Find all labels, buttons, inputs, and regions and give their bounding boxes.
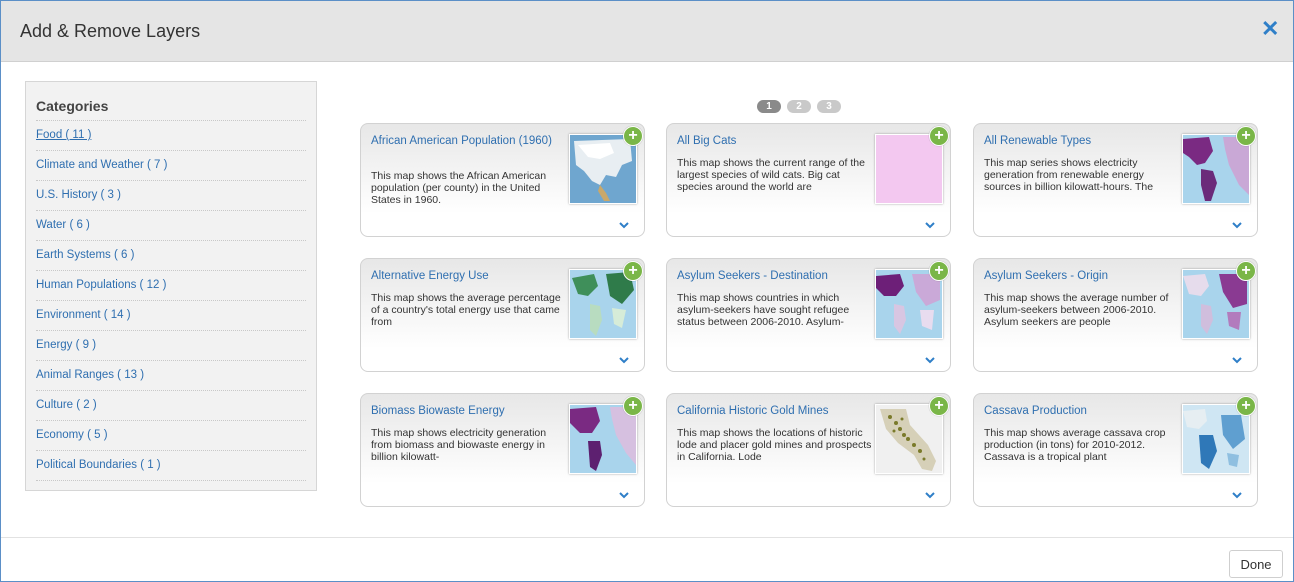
done-button[interactable]: Done xyxy=(1229,550,1283,578)
category-list: Food ( 11 ) Climate and Weather ( 7 ) U.… xyxy=(36,120,306,481)
category-environment[interactable]: Environment ( 14 ) xyxy=(36,300,306,330)
add-layer-button[interactable]: + xyxy=(1236,396,1256,416)
layer-description: This map shows the locations of historic… xyxy=(677,427,872,463)
category-us-history[interactable]: U.S. History ( 3 ) xyxy=(36,180,306,210)
chevron-down-icon[interactable] xyxy=(618,355,630,365)
add-layer-button[interactable]: + xyxy=(623,396,643,416)
layer-title[interactable]: Alternative Energy Use xyxy=(371,269,556,283)
layer-card: Biomass Biowaste Energy This map shows e… xyxy=(360,393,645,507)
layer-description: This map shows the current range of the … xyxy=(677,157,865,193)
category-economy[interactable]: Economy ( 5 ) xyxy=(36,420,306,450)
layer-title[interactable]: California Historic Gold Mines xyxy=(677,404,862,418)
add-remove-layers-dialog: Add & Remove Layers ✕ Categories Food ( … xyxy=(0,0,1294,582)
layer-description: This map shows the average number of asy… xyxy=(984,292,1169,328)
page-1-button[interactable]: 1 xyxy=(757,100,781,113)
category-food[interactable]: Food ( 11 ) xyxy=(36,120,306,150)
layer-description: This map shows the African American popu… xyxy=(371,170,547,206)
category-energy[interactable]: Energy ( 9 ) xyxy=(36,330,306,360)
layer-card: Asylum Seekers - Origin This map shows t… xyxy=(973,258,1258,372)
layer-title[interactable]: African American Population (1960) xyxy=(371,134,556,148)
chevron-down-icon[interactable] xyxy=(618,220,630,230)
layer-description: This map shows the average percentage of… xyxy=(371,292,561,328)
chevron-down-icon[interactable] xyxy=(924,355,936,365)
category-culture[interactable]: Culture ( 2 ) xyxy=(36,390,306,420)
categories-title: Categories xyxy=(36,98,109,114)
layer-description: This map shows countries in which asylum… xyxy=(677,292,850,328)
layer-card: All Big Cats This map shows the current … xyxy=(666,123,951,237)
page-3-button[interactable]: 3 xyxy=(817,100,841,113)
add-layer-button[interactable]: + xyxy=(929,126,949,146)
category-water[interactable]: Water ( 6 ) xyxy=(36,210,306,240)
dialog-title: Add & Remove Layers xyxy=(20,21,201,41)
add-layer-button[interactable]: + xyxy=(623,261,643,281)
chevron-down-icon[interactable] xyxy=(924,220,936,230)
add-layer-button[interactable]: + xyxy=(1236,126,1256,146)
layer-title[interactable]: All Renewable Types xyxy=(984,134,1169,148)
chevron-down-icon[interactable] xyxy=(924,490,936,500)
category-human-populations[interactable]: Human Populations ( 12 ) xyxy=(36,270,306,300)
add-layer-button[interactable]: + xyxy=(623,126,643,146)
page-2-button[interactable]: 2 xyxy=(787,100,811,113)
chevron-down-icon[interactable] xyxy=(1231,220,1243,230)
footer-divider xyxy=(1,537,1293,538)
add-layer-button[interactable]: + xyxy=(1236,261,1256,281)
layer-title[interactable]: All Big Cats xyxy=(677,134,862,148)
layer-description: This map series shows electricity genera… xyxy=(984,157,1154,193)
add-layer-button[interactable]: + xyxy=(929,261,949,281)
dialog-header: Add & Remove Layers ✕ xyxy=(1,1,1293,62)
layer-description: This map shows electricity generation fr… xyxy=(371,427,547,463)
layer-card: California Historic Gold Mines This map … xyxy=(666,393,951,507)
layer-card: All Renewable Types This map series show… xyxy=(973,123,1258,237)
layer-title[interactable]: Asylum Seekers - Origin xyxy=(984,269,1169,283)
layer-title[interactable]: Asylum Seekers - Destination xyxy=(677,269,862,283)
category-animal-ranges[interactable]: Animal Ranges ( 13 ) xyxy=(36,360,306,390)
layer-title[interactable]: Biomass Biowaste Energy xyxy=(371,404,556,418)
category-climate-and-weather[interactable]: Climate and Weather ( 7 ) xyxy=(36,150,306,180)
layer-card: Alternative Energy Use This map shows th… xyxy=(360,258,645,372)
add-layer-button[interactable]: + xyxy=(929,396,949,416)
layer-title[interactable]: Cassava Production xyxy=(984,404,1169,418)
categories-panel: Categories Food ( 11 ) Climate and Weath… xyxy=(25,81,317,491)
chevron-down-icon[interactable] xyxy=(1231,355,1243,365)
chevron-down-icon[interactable] xyxy=(618,490,630,500)
layer-card: African American Population (1960) This … xyxy=(360,123,645,237)
close-icon[interactable]: ✕ xyxy=(1261,18,1279,40)
layer-card: Asylum Seekers - Destination This map sh… xyxy=(666,258,951,372)
category-political-boundaries[interactable]: Political Boundaries ( 1 ) xyxy=(36,450,306,481)
pagination: 123 xyxy=(757,96,847,113)
category-earth-systems[interactable]: Earth Systems ( 6 ) xyxy=(36,240,306,270)
layer-description: This map shows average cassava crop prod… xyxy=(984,427,1166,463)
chevron-down-icon[interactable] xyxy=(1231,490,1243,500)
layer-card: Cassava Production This map shows averag… xyxy=(973,393,1258,507)
